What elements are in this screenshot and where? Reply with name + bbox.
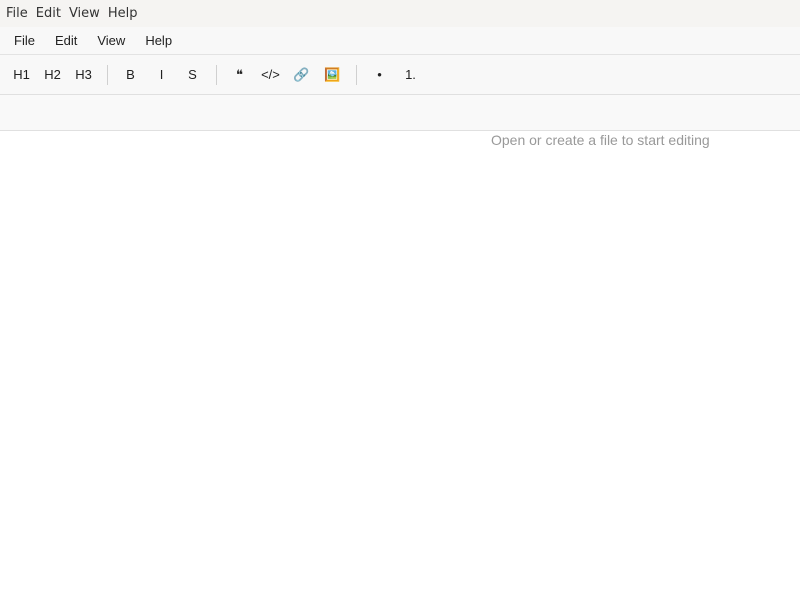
- bold-button[interactable]: B: [117, 62, 144, 88]
- code-button[interactable]: </>: [257, 62, 284, 88]
- native-menu-file[interactable]: File: [2, 6, 32, 21]
- heading-3-button[interactable]: H3: [70, 62, 97, 88]
- italic-button[interactable]: I: [148, 62, 175, 88]
- bullet-list-button[interactable]: •: [366, 62, 393, 88]
- heading-1-button[interactable]: H1: [8, 62, 35, 88]
- toolbar-divider: [356, 64, 357, 85]
- native-menubar: File Edit View Help: [0, 0, 800, 27]
- app-menu-view[interactable]: View: [87, 31, 135, 51]
- app-menu-edit[interactable]: Edit: [45, 31, 87, 51]
- native-menu-view[interactable]: View: [65, 6, 104, 21]
- link-button[interactable]: 🔗: [288, 62, 315, 88]
- native-menu-edit[interactable]: Edit: [32, 6, 65, 21]
- empty-editor-message: Open or create a file to start editing: [491, 132, 710, 148]
- app-menubar: File Edit View Help: [0, 27, 800, 55]
- strikethrough-button[interactable]: S: [179, 62, 206, 88]
- toolbar-divider: [216, 64, 217, 85]
- heading-2-button[interactable]: H2: [39, 62, 66, 88]
- numbered-list-button[interactable]: 1.: [397, 62, 424, 88]
- app-menu-help[interactable]: Help: [135, 31, 182, 51]
- editor-area[interactable]: Open or create a file to start editing: [0, 131, 800, 600]
- tab-bar: [0, 95, 800, 131]
- app-menu-file[interactable]: File: [4, 31, 45, 51]
- quote-button[interactable]: ❝: [226, 62, 253, 88]
- toolbar-divider: [107, 64, 108, 85]
- image-button[interactable]: 🖼️: [319, 62, 346, 88]
- native-menu-help[interactable]: Help: [104, 6, 142, 21]
- formatting-toolbar: H1 H2 H3 B I S ❝ </> 🔗 🖼️ • 1.: [0, 55, 800, 95]
